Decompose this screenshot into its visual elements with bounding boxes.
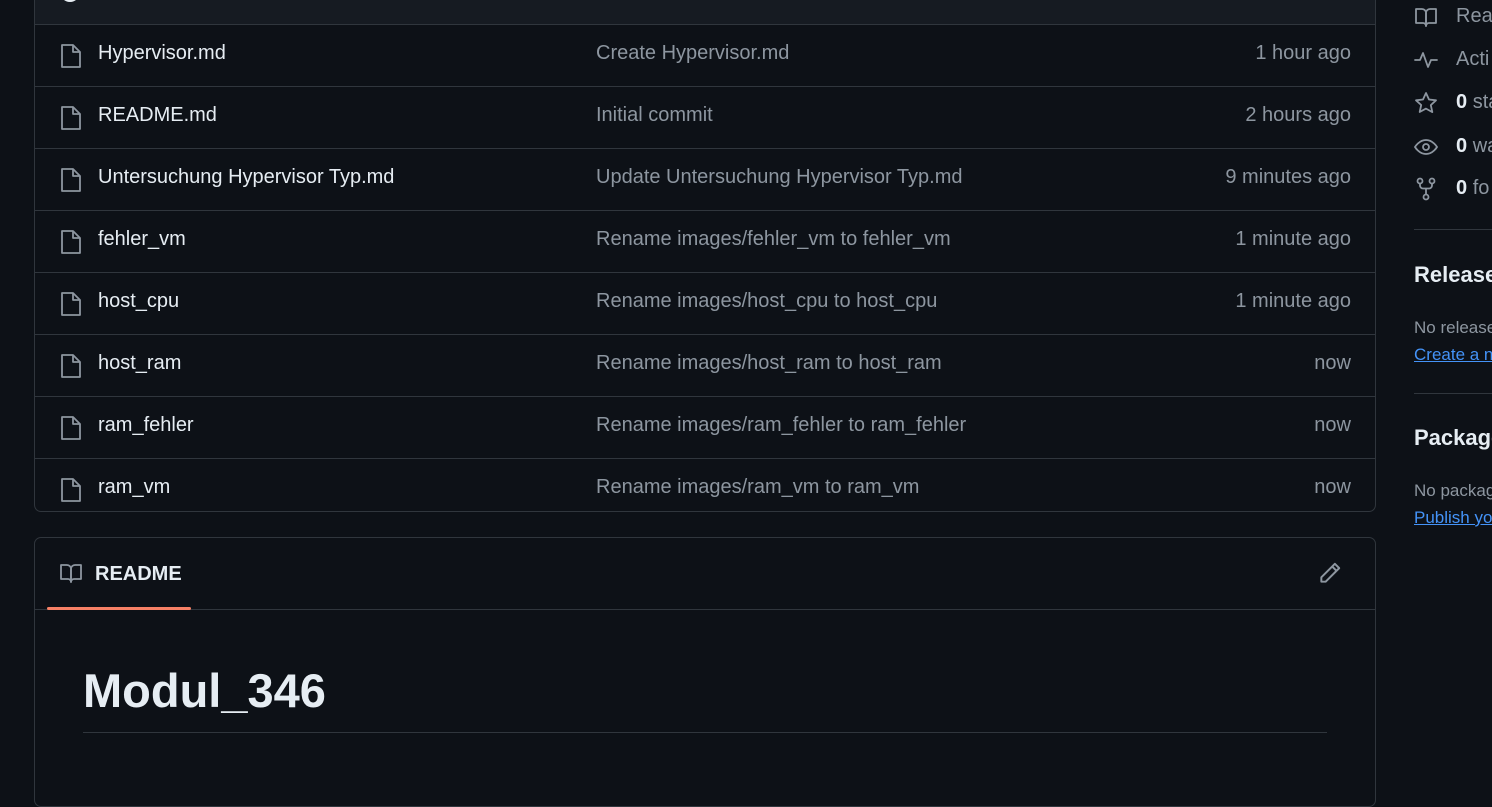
table-row: Untersuchung Hypervisor Typ.md Update Unt… — [35, 149, 1375, 211]
star-icon — [1415, 92, 1437, 113]
commit-message-link[interactable]: Rename images/host_cpu to host_cpu — [596, 290, 937, 313]
commit-message-link[interactable]: Rename images/fehler_vm to fehler_vm — [596, 228, 951, 251]
pulse-icon — [1414, 52, 1438, 68]
watchers-label: wa — [1472, 135, 1492, 157]
tab-readme[interactable]: README — [47, 538, 191, 610]
file-icon — [60, 229, 82, 255]
eye-icon — [1414, 139, 1438, 155]
stars-count: 0 — [1456, 91, 1468, 113]
sidebar-divider — [1414, 393, 1492, 394]
readme-header: README — [35, 538, 1375, 610]
publish-package-link[interactable]: Publish yo — [1414, 508, 1492, 528]
file-name-link[interactable]: host_ram — [98, 352, 181, 375]
table-row: ram_vm Rename images/ram_vm to ram_vm now — [35, 459, 1375, 520]
file-icon — [60, 353, 82, 379]
file-name-link[interactable]: ram_fehler — [98, 414, 194, 437]
packages-heading[interactable]: Packages — [1414, 425, 1492, 451]
file-icon — [60, 291, 82, 317]
pencil-icon[interactable] — [1317, 560, 1343, 586]
commit-time: 9 minutes ago — [1225, 166, 1351, 188]
file-name-link[interactable]: host_cpu — [98, 290, 179, 313]
commit-time: 1 minute ago — [1235, 290, 1351, 312]
file-rows: Hypervisor.md Create Hypervisor.md 1 hour … — [35, 25, 1375, 520]
commit-message-link[interactable]: Update Untersuchung Hypervisor Typ.md — [596, 166, 962, 189]
book-icon — [60, 564, 82, 583]
avatar[interactable] — [60, 0, 80, 2]
commit-time: 2 hours ago — [1245, 104, 1351, 126]
commit-message-link[interactable]: Rename images/host_ram to host_ram — [596, 352, 942, 375]
file-name-link[interactable]: Hypervisor.md — [98, 42, 226, 65]
forks-label: fo — [1472, 177, 1490, 199]
sidebar-divider — [1414, 229, 1492, 230]
table-row: README.md Initial commit 2 hours ago — [35, 87, 1375, 149]
sidebar-activity-label: Acti — [1456, 48, 1490, 70]
stars-label: sta — [1472, 91, 1492, 113]
book-icon — [1415, 8, 1437, 27]
repo-sidebar: Read Acti 0 sta 0 wa 0 fo Releases No re… — [1414, 0, 1492, 787]
file-icon — [60, 43, 82, 69]
file-name-link[interactable]: ram_vm — [98, 476, 170, 499]
releases-heading[interactable]: Releases — [1414, 262, 1492, 288]
commit-time: 1 minute ago — [1235, 228, 1351, 250]
file-icon — [60, 477, 82, 503]
create-release-link[interactable]: Create a n — [1414, 345, 1492, 365]
file-icon — [60, 167, 82, 193]
commit-time: now — [1314, 476, 1351, 498]
table-row: fehler_vm Rename images/fehler_vm to fehl… — [35, 211, 1375, 273]
table-row: ram_fehler Rename images/ram_fehler to ra… — [35, 397, 1375, 459]
commit-time: now — [1314, 414, 1351, 436]
releases-empty-text: No releases — [1414, 318, 1492, 337]
file-name-link[interactable]: Untersuchung Hypervisor Typ.md — [98, 166, 394, 189]
table-row: Hypervisor.md Create Hypervisor.md 1 hour … — [35, 25, 1375, 87]
latest-commit-header — [35, 0, 1375, 25]
active-tab-indicator — [47, 607, 191, 610]
commit-time: 1 hour ago — [1255, 42, 1351, 64]
readme-panel: README Modul_346 — [34, 537, 1376, 807]
packages-empty-text: No packages — [1414, 481, 1492, 500]
forks-count: 0 — [1456, 177, 1468, 199]
commit-message-link[interactable]: Rename images/ram_fehler to ram_fehler — [596, 414, 966, 437]
file-icon — [60, 105, 82, 131]
file-list: Hypervisor.md Create Hypervisor.md 1 hour … — [34, 0, 1376, 512]
readme-heading: Modul_346 — [83, 664, 326, 717]
commit-message-link[interactable]: Initial commit — [596, 104, 713, 127]
watchers-count: 0 — [1456, 135, 1468, 157]
heading-divider — [83, 732, 1327, 733]
table-row: host_ram Rename images/host_ram to host_r… — [35, 335, 1375, 397]
commit-message-link[interactable]: Create Hypervisor.md — [596, 42, 789, 65]
commit-message-link[interactable]: Rename images/ram_vm to ram_vm — [596, 476, 919, 499]
file-name-link[interactable]: README.md — [98, 104, 217, 127]
file-name-link[interactable]: fehler_vm — [98, 228, 186, 251]
readme-tab-label: README — [95, 563, 182, 585]
table-row: host_cpu Rename images/host_cpu to host_c… — [35, 273, 1375, 335]
sidebar-readme-label: Read — [1456, 5, 1492, 27]
file-icon — [60, 415, 82, 441]
fork-icon — [1416, 177, 1436, 201]
commit-time: now — [1314, 352, 1351, 374]
